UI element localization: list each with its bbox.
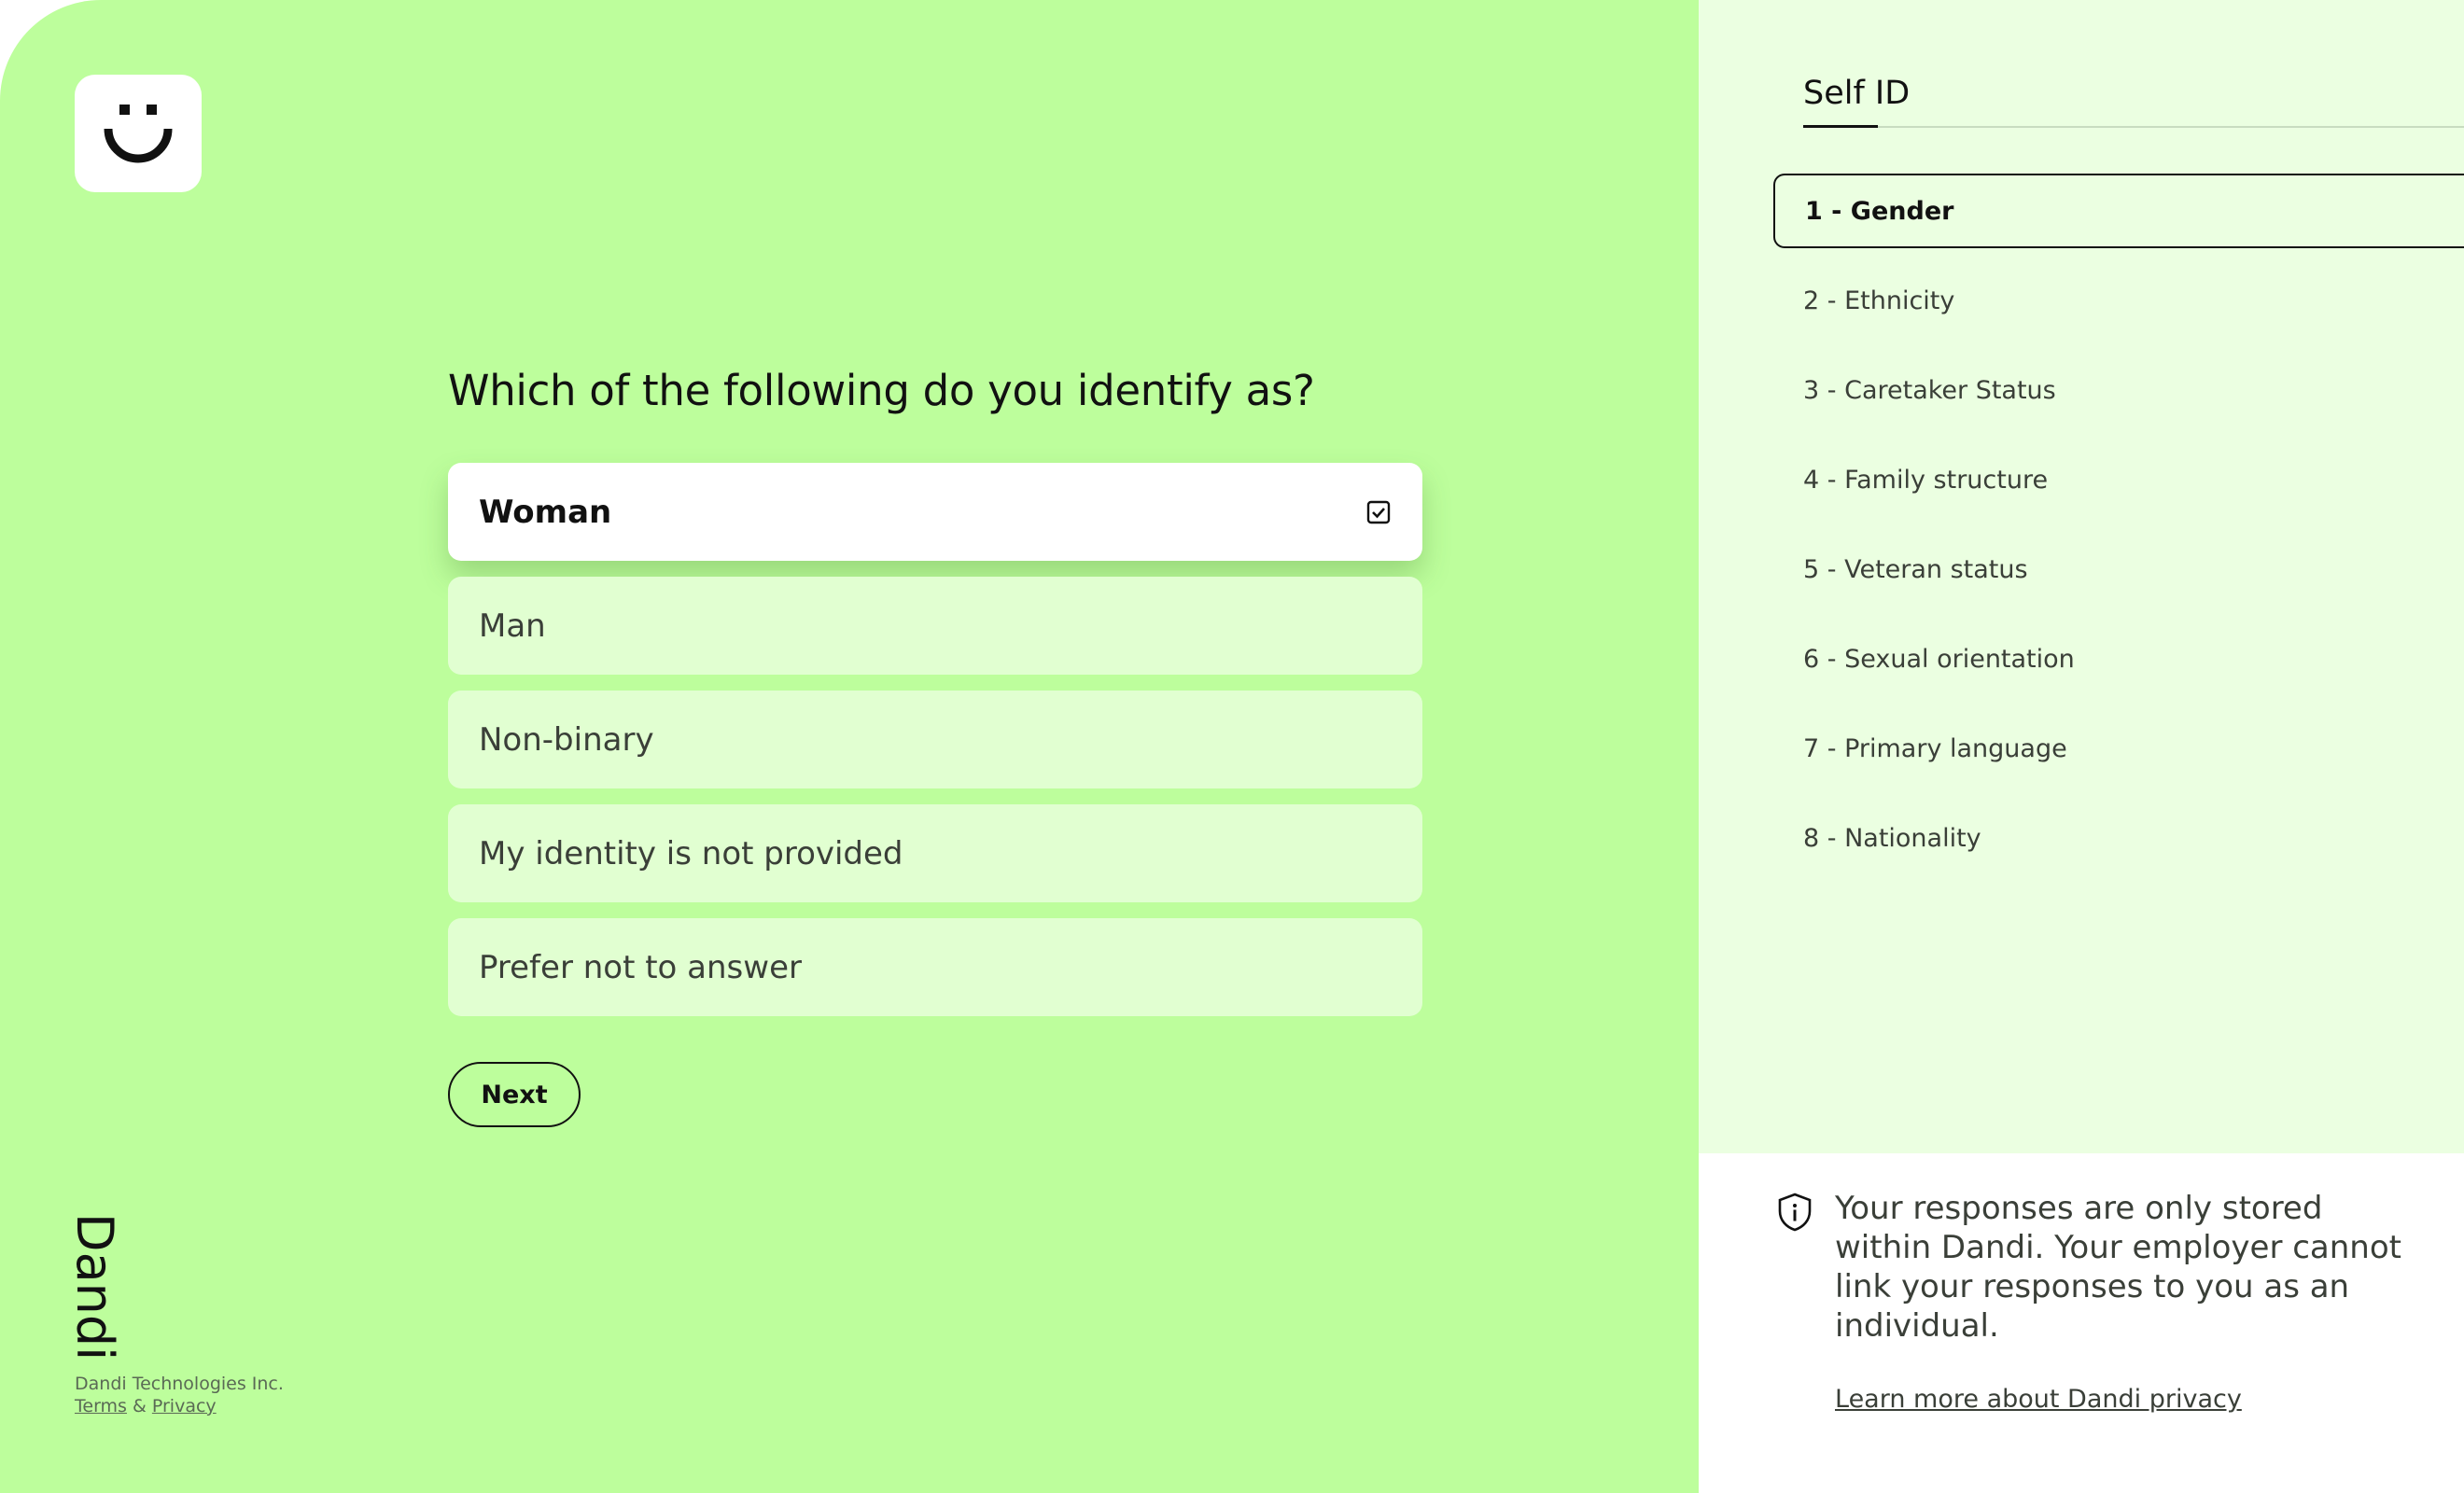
brand-name: Dandi — [65, 1213, 124, 1361]
option-man[interactable]: Man — [448, 577, 1422, 675]
option-label: Woman — [479, 493, 612, 531]
next-button[interactable]: Next — [448, 1062, 581, 1127]
step-ethnicity[interactable]: 2 - Ethnicity — [1773, 263, 2464, 338]
progress-sidebar: Self ID 1 - Gender 2 - Ethnicity 3 - Car… — [1699, 0, 2464, 1153]
step-sexual-orientation[interactable]: 6 - Sexual orientation — [1773, 621, 2464, 696]
company-name: Dandi Technologies Inc. — [75, 1374, 284, 1394]
option-label: Non-binary — [479, 720, 654, 759]
option-label: Man — [479, 607, 546, 645]
option-label: Prefer not to answer — [479, 948, 802, 986]
privacy-learn-more-link[interactable]: Learn more about Dandi privacy — [1835, 1385, 2242, 1414]
step-gender[interactable]: 1 - Gender — [1773, 174, 2464, 248]
privacy-notice: Your responses are only stored within Da… — [1699, 1153, 2464, 1493]
dandi-logo — [75, 75, 202, 192]
step-family-structure[interactable]: 4 - Family structure — [1773, 442, 2464, 517]
terms-link[interactable]: Terms — [75, 1396, 127, 1416]
survey-panel: Which of the following do you identify a… — [0, 0, 1699, 1493]
option-non-binary[interactable]: Non-binary — [448, 691, 1422, 788]
brand-wordmark: Dandi — [65, 1213, 124, 1360]
step-list: 1 - Gender 2 - Ethnicity 3 - Caretaker S… — [1773, 174, 2464, 890]
step-veteran-status[interactable]: 5 - Veteran status — [1773, 532, 2464, 607]
amp-separator: & — [133, 1396, 147, 1416]
option-label: My identity is not provided — [479, 834, 903, 872]
sidebar-title: Self ID — [1803, 75, 1911, 112]
question-title: Which of the following do you identify a… — [448, 366, 1315, 415]
footer-links: Terms & Privacy — [75, 1396, 217, 1416]
title-divider — [1878, 126, 2464, 128]
privacy-link[interactable]: Privacy — [152, 1396, 217, 1416]
option-prefer-not-to-answer[interactable]: Prefer not to answer — [448, 918, 1422, 1016]
step-nationality[interactable]: 8 - Nationality — [1773, 801, 2464, 875]
shield-info-icon — [1778, 1193, 1812, 1232]
option-identity-not-provided[interactable]: My identity is not provided — [448, 804, 1422, 902]
option-woman[interactable]: Woman — [448, 463, 1422, 561]
checkbox-checked-icon — [1366, 500, 1391, 524]
step-caretaker-status[interactable]: 3 - Caretaker Status — [1773, 353, 2464, 427]
step-primary-language[interactable]: 7 - Primary language — [1773, 711, 2464, 786]
answer-options: Woman Man Non-binary My identity is not … — [448, 463, 1422, 1032]
smiley-logo-icon — [104, 105, 173, 163]
title-underline — [1803, 125, 1878, 128]
privacy-text: Your responses are only stored within Da… — [1835, 1190, 2401, 1345]
